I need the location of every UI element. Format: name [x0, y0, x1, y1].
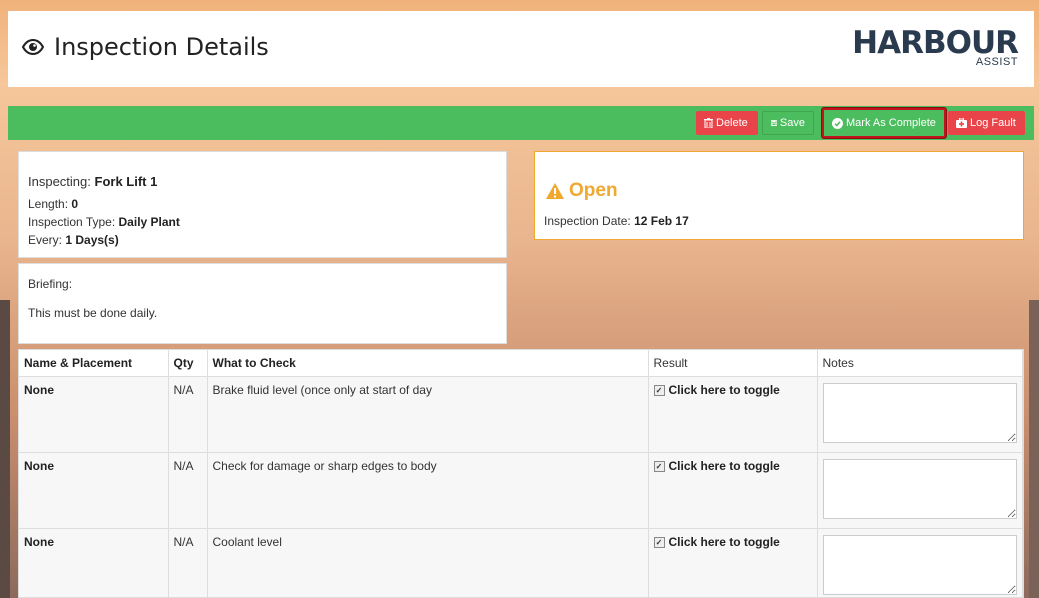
status-value: Open: [569, 180, 618, 201]
col-header-result: Result: [648, 350, 818, 377]
toggle-label: Click here to toggle: [668, 535, 780, 549]
row-result: ✓ Click here to toggle: [648, 376, 818, 453]
notes-textarea[interactable]: [822, 459, 1017, 519]
row-name: None: [19, 452, 169, 529]
mark-as-complete-button[interactable]: Mark As Complete: [822, 108, 946, 138]
inspection-date-line: Inspection Date: 12 Feb 17: [544, 214, 689, 228]
first-aid-kit-icon: [956, 118, 967, 128]
row-check: Coolant level: [207, 528, 649, 597]
col-header-name: Name & Placement: [19, 350, 169, 377]
row-notes: [817, 528, 1023, 597]
background-edge-left: [0, 300, 10, 598]
checkbox-icon[interactable]: ✓: [653, 385, 665, 396]
table-row: None N/A Coolant level ✓ Click here to to…: [19, 528, 1023, 597]
col-header-check: What to Check: [207, 350, 649, 377]
checkbox-icon[interactable]: ✓: [653, 461, 665, 472]
status-title: Open: [545, 180, 618, 202]
col-header-notes: Notes: [817, 350, 1023, 377]
length-line: Length: 0: [28, 197, 78, 211]
table-row: None N/A Check for damage or sharp edges…: [19, 452, 1023, 529]
table-header-row: Name & Placement Qty What to Check Resul…: [19, 350, 1023, 377]
row-result: ✓ Click here to toggle: [648, 452, 818, 529]
briefing-panel: Briefing: This must be done daily.: [18, 263, 507, 344]
background-edge-right: [1029, 300, 1039, 598]
row-result: ✓ Click here to toggle: [648, 528, 818, 597]
check-circle-icon: [832, 117, 843, 129]
checkbox-icon[interactable]: ✓: [653, 537, 665, 548]
inspection-type-line: Inspection Type: Daily Plant: [28, 215, 180, 229]
inspecting-label: Inspecting:: [28, 174, 91, 189]
status-panel: Open Inspection Date: 12 Feb 17: [534, 151, 1024, 240]
log-fault-button[interactable]: Log Fault: [948, 111, 1025, 135]
logo-text: HARBOUR: [852, 25, 1019, 61]
result-toggle[interactable]: ✓ Click here to toggle: [653, 459, 812, 473]
length-label: Length:: [28, 197, 69, 211]
inspecting-panel: Inspecting: Fork Lift 1 Length: 0 Inspec…: [18, 151, 507, 258]
table-row: None N/A Brake fluid level (once only at…: [19, 376, 1023, 453]
row-qty: N/A: [168, 528, 208, 597]
save-icon: [771, 120, 777, 126]
every-line: Every: 1 Days(s): [28, 233, 119, 247]
row-notes: [817, 452, 1023, 529]
row-name: None: [19, 528, 169, 597]
result-toggle[interactable]: ✓ Click here to toggle: [653, 535, 812, 549]
action-toolbar: Delete Save Mark As Complete Log Fault: [8, 106, 1034, 140]
page-title: Inspection Details: [22, 33, 269, 61]
briefing-label: Briefing:: [28, 277, 73, 291]
inspection-type-value: Daily Plant: [118, 215, 180, 229]
row-qty: N/A: [168, 452, 208, 529]
mark-as-complete-label: Mark As Complete: [846, 117, 936, 129]
row-name: None: [19, 376, 169, 453]
every-label: Every:: [28, 233, 63, 247]
page-title-text: Inspection Details: [54, 33, 269, 61]
toggle-label: Click here to toggle: [668, 459, 780, 473]
harbour-assist-logo: HARBOUR ASSIST: [852, 25, 1019, 69]
delete-button[interactable]: Delete: [696, 111, 758, 135]
page-header: Inspection Details HARBOUR ASSIST: [8, 11, 1034, 87]
checklist-table: Name & Placement Qty What to Check Resul…: [18, 349, 1024, 598]
save-button[interactable]: Save: [762, 111, 814, 135]
notes-textarea[interactable]: [822, 535, 1017, 595]
inspecting-line: Inspecting: Fork Lift 1: [28, 174, 157, 189]
warning-icon: [546, 183, 564, 199]
every-value: 1 Days(s): [65, 233, 119, 247]
briefing-text: This must be done daily.: [28, 306, 158, 320]
length-value: 0: [71, 197, 79, 211]
inspection-date-value: 12 Feb 17: [634, 214, 689, 228]
inspecting-value: Fork Lift 1: [94, 174, 158, 189]
inspection-date-label: Inspection Date:: [544, 214, 631, 228]
result-toggle[interactable]: ✓ Click here to toggle: [653, 383, 812, 397]
inspection-type-label: Inspection Type:: [28, 215, 116, 229]
row-check: Check for damage or sharp edges to body: [207, 452, 649, 529]
row-notes: [817, 376, 1023, 453]
notes-textarea[interactable]: [822, 383, 1017, 443]
trash-icon: [704, 118, 713, 128]
toggle-label: Click here to toggle: [668, 383, 780, 397]
save-button-label: Save: [779, 117, 805, 129]
log-fault-label: Log Fault: [970, 117, 1016, 129]
row-check: Brake fluid level (once only at start of…: [207, 376, 649, 453]
row-qty: N/A: [168, 376, 208, 453]
delete-button-label: Delete: [716, 117, 748, 129]
col-header-qty: Qty: [168, 350, 208, 377]
eye-icon: [22, 39, 44, 55]
